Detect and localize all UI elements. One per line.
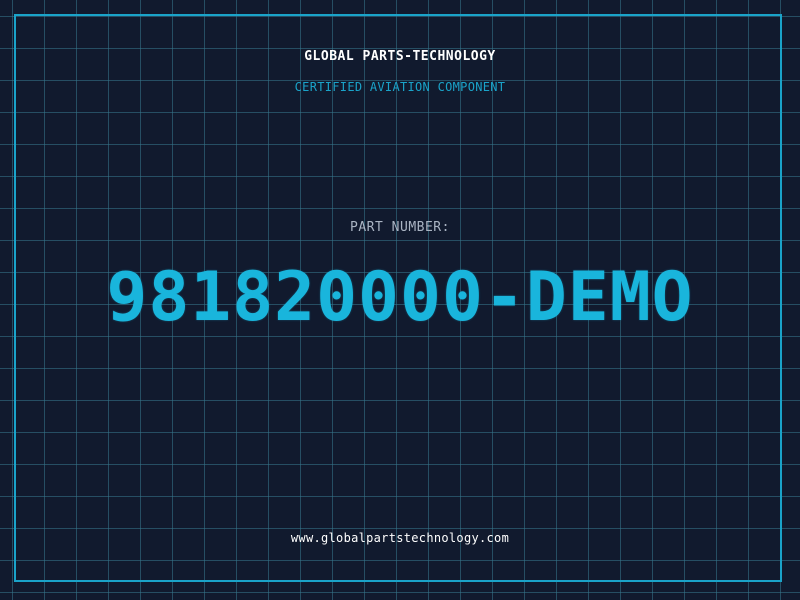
website-url: www.globalpartstechnology.com [290,531,510,545]
part-number-label: PART NUMBER: [350,220,450,235]
tagline: CERTIFIED AVIATION COMPONENT [294,80,506,94]
company-name: GLOBAL PARTS-TECHNOLOGY [304,49,496,64]
part-number-value: 981820000-DEMO [106,258,694,337]
